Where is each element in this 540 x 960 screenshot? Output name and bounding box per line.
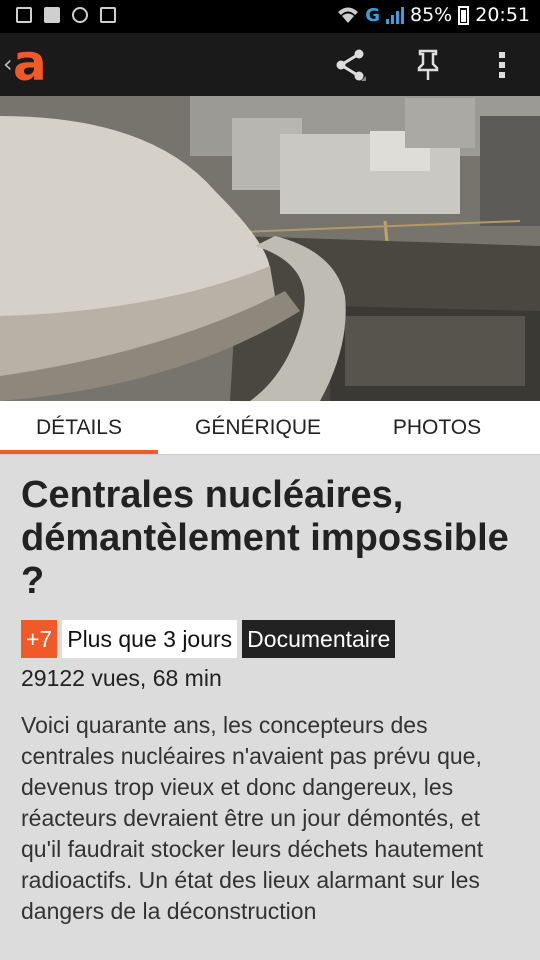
battery-icon xyxy=(458,5,470,25)
selected-tab-indicator xyxy=(0,450,158,454)
back-chevron-icon[interactable]: ‹ xyxy=(3,50,13,78)
more-options-icon[interactable] xyxy=(484,47,520,83)
system-icons: G 85% 20:51 xyxy=(337,4,530,26)
program-title: Centrales nucléaires, démantèlement impo… xyxy=(21,474,509,602)
program-badges: +7 Plus que 3 jours Documentaire xyxy=(21,620,396,658)
network-type: G xyxy=(365,4,380,26)
tab-bar: DÉTAILS GÉNÉRIQUE PHOTOS xyxy=(0,401,540,455)
status-bar: G 85% 20:51 xyxy=(0,0,540,33)
genre-badge: Documentaire xyxy=(242,620,396,658)
briefcase-notification-icon xyxy=(100,7,116,23)
share-icon[interactable] xyxy=(332,47,368,83)
pin-icon[interactable] xyxy=(410,47,446,83)
program-hero-image[interactable] xyxy=(0,96,540,401)
app-notification-icon xyxy=(72,7,88,23)
tab-photos[interactable]: PHOTOS xyxy=(358,401,516,454)
image-notification-icon xyxy=(16,7,32,23)
battery-percent: 85% xyxy=(410,4,453,26)
availability-badge: Plus que 3 jours xyxy=(62,620,238,658)
tab-credits[interactable]: GÉNÉRIQUE xyxy=(158,401,358,454)
app-logo[interactable]: a xyxy=(13,35,47,91)
age-rating-badge: +7 xyxy=(21,620,58,658)
app-bar: ‹ a xyxy=(0,33,540,96)
signal-icon xyxy=(386,6,404,24)
program-description: Voici quarante ans, les concepteurs des … xyxy=(21,712,484,924)
clock: 20:51 xyxy=(475,4,530,26)
program-stats: 29122 vues, 68 min xyxy=(21,665,222,691)
wifi-icon xyxy=(338,7,359,23)
keyboard-notification-icon xyxy=(44,7,60,23)
tab-details[interactable]: DÉTAILS xyxy=(0,401,158,454)
notification-icons xyxy=(16,7,116,23)
hero-illustration xyxy=(0,96,540,401)
details-panel: Centrales nucléaires, démantèlement impo… xyxy=(21,474,526,924)
